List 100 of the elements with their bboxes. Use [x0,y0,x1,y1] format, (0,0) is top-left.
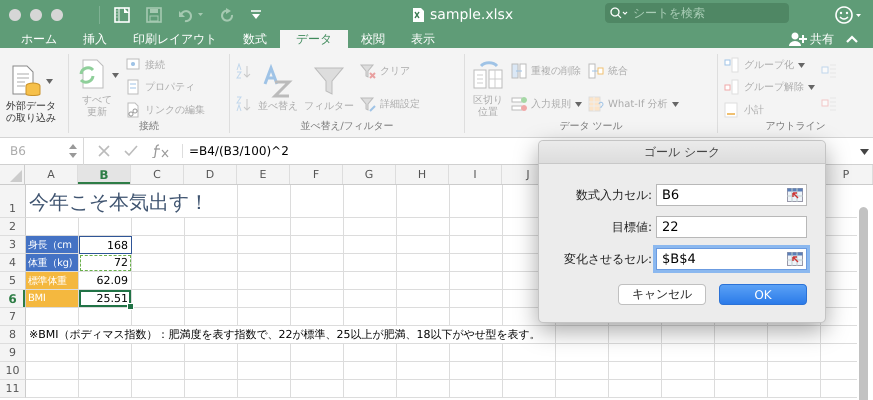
row-header[interactable]: 6 [0,290,26,308]
close-window-button[interactable] [9,9,21,21]
undo-icon[interactable] [178,7,204,23]
column-header[interactable]: I [449,165,502,184]
table-cell[interactable] [132,290,185,308]
table-cell[interactable] [450,218,503,236]
table-cell[interactable] [238,344,291,362]
table-cell[interactable] [238,236,291,254]
ribbon-button[interactable]: 外部データの取り込み [6,62,56,125]
table-cell[interactable]: 62.09 [79,272,132,290]
column-header[interactable]: G [343,165,396,184]
table-cell[interactable] [185,344,238,362]
table-cell[interactable] [26,380,79,398]
table-cell[interactable] [715,362,768,380]
table-cell[interactable] [397,362,450,380]
table-cell[interactable] [132,272,185,290]
table-cell[interactable] [609,380,662,398]
table-cell[interactable] [397,254,450,272]
ok-button[interactable]: OK [719,284,807,305]
table-cell[interactable] [768,380,821,398]
table-cell[interactable] [344,236,397,254]
redo-icon[interactable] [220,7,234,23]
table-cell[interactable]: 168 [79,236,132,254]
save-icon[interactable] [146,7,162,23]
table-cell[interactable] [715,326,768,344]
table-cell[interactable] [450,185,503,218]
table-cell[interactable] [344,380,397,398]
ribbon-tab[interactable]: データ [280,30,348,48]
table-cell[interactable] [556,344,609,362]
expand-caret-icon[interactable] [860,149,869,155]
ribbon-tab[interactable]: 挿入 [70,30,120,48]
table-cell[interactable] [132,236,185,254]
table-cell[interactable] [450,272,503,290]
table-cell[interactable] [238,362,291,380]
table-cell[interactable] [715,344,768,362]
table-cell[interactable] [715,380,768,398]
table-cell[interactable] [238,290,291,308]
table-cell[interactable] [291,236,344,254]
table-cell[interactable] [79,362,132,380]
table-cell[interactable] [238,218,291,236]
table-cell[interactable] [450,380,503,398]
table-cell[interactable] [291,254,344,272]
row-header[interactable]: 10 [0,362,26,380]
row-header[interactable]: 4 [0,254,26,272]
fill-handle[interactable] [127,303,134,310]
row-header[interactable]: 2 [0,218,26,236]
table-cell[interactable] [768,344,821,362]
table-cell[interactable] [26,344,79,362]
table-cell[interactable] [238,380,291,398]
minimize-window-button[interactable] [30,9,42,21]
table-cell[interactable] [132,362,185,380]
table-cell[interactable]: 身長（cm [26,236,79,254]
table-cell[interactable] [503,362,556,380]
formula-field[interactable]: =B4/(B3/100)^2 [182,144,289,158]
table-cell[interactable] [344,362,397,380]
table-cell[interactable] [132,218,185,236]
table-cell[interactable] [344,218,397,236]
ribbon-tab[interactable]: 数式 [230,30,280,48]
table-cell[interactable] [132,380,185,398]
input-field[interactable]: 22 [656,216,807,238]
row-header[interactable]: 8 [0,326,26,344]
table-cell[interactable] [291,380,344,398]
table-cell[interactable] [344,254,397,272]
table-cell[interactable] [397,272,450,290]
table-cell[interactable] [662,362,715,380]
column-header[interactable]: B [78,165,131,184]
range-picker-icon[interactable] [787,252,803,266]
share-button[interactable]: 共有 [787,30,836,48]
ribbon-tab[interactable]: 校閲 [348,30,398,48]
table-cell[interactable]: 25.51 [79,290,132,308]
collapse-ribbon-icon[interactable] [846,34,858,44]
row-header[interactable]: 1 [0,185,26,218]
table-cell[interactable] [662,380,715,398]
table-cell[interactable] [662,344,715,362]
column-header[interactable]: F [290,165,343,184]
table-cell[interactable] [768,362,821,380]
column-header[interactable]: D [184,165,237,184]
check-icon[interactable] [124,145,138,157]
column-header[interactable]: E [237,165,290,184]
table-cell[interactable] [556,362,609,380]
row-header[interactable]: 3 [0,236,26,254]
row-header[interactable]: 7 [0,308,26,326]
row-header[interactable]: 9 [0,344,26,362]
table-cell[interactable] [238,185,291,218]
zoom-window-button[interactable] [51,9,63,21]
table-cell[interactable] [556,380,609,398]
row-header[interactable]: 5 [0,272,26,290]
table-cell[interactable] [185,236,238,254]
table-cell[interactable] [397,185,450,218]
table-cell[interactable] [397,344,450,362]
table-cell[interactable] [79,344,132,362]
table-cell[interactable] [238,272,291,290]
table-cell[interactable] [450,344,503,362]
ribbon-tab[interactable]: 印刷レイアウト [120,30,230,48]
column-header[interactable]: C [131,165,184,184]
table-cell[interactable] [344,272,397,290]
table-cell[interactable] [291,362,344,380]
customize-caret-icon[interactable] [250,9,262,21]
table-cell[interactable] [397,236,450,254]
table-cell[interactable] [185,272,238,290]
